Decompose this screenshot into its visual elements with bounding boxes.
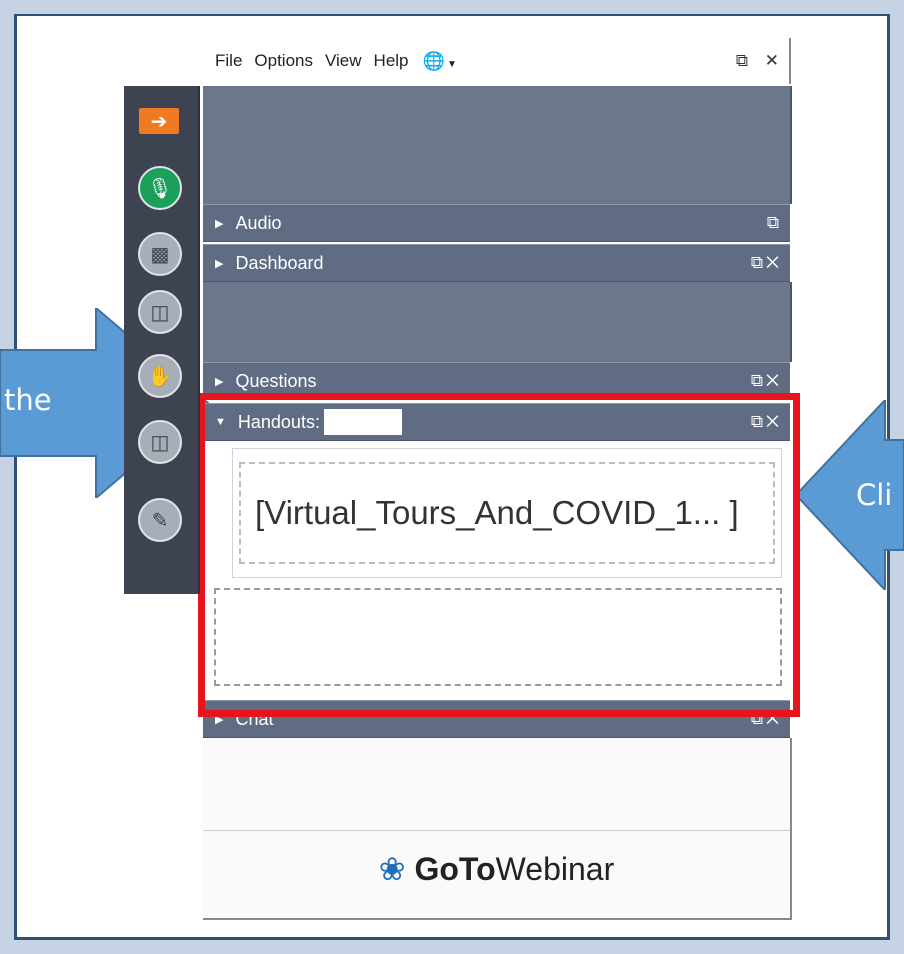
gotowebinar-flower-icon: ❀ <box>378 851 406 887</box>
popout-close-icons[interactable]: ⧉✕ <box>751 253 782 273</box>
panel-top-area <box>203 86 792 204</box>
pen-icon[interactable]: ✎ <box>138 498 182 542</box>
section-audio[interactable]: ▶ Audio ⧉ <box>203 204 790 242</box>
menu-view[interactable]: View <box>325 51 362 71</box>
control-panel-menubar: File Options View Help 🌐 ▼ ⧉ ✕ <box>203 38 791 84</box>
popout-icon[interactable]: ⧉ <box>736 51 748 70</box>
left-callout-text: the <box>4 383 52 417</box>
chevron-down-icon: ▼ <box>446 58 457 70</box>
screen-share-icon[interactable]: ◫ <box>138 290 182 334</box>
menu-file[interactable]: File <box>215 51 242 71</box>
expand-triangle-icon: ▶ <box>215 217 224 230</box>
menu-options[interactable]: Options <box>254 51 313 71</box>
expand-triangle-icon: ▶ <box>215 257 224 270</box>
globe-icon[interactable]: 🌐 ▼ <box>423 51 457 72</box>
webcam-icon[interactable]: ▩ <box>138 232 182 276</box>
highlight-frame <box>198 393 800 717</box>
close-icon[interactable]: ✕ <box>765 51 779 70</box>
viewer-icon[interactable]: ◫ <box>138 420 182 464</box>
footer-divider <box>203 830 790 831</box>
expand-triangle-icon: ▶ <box>215 375 224 388</box>
right-callout-text: Cli <box>856 478 893 512</box>
raise-hand-icon[interactable]: ✋ <box>138 354 182 398</box>
grab-tab-sidebar: ➔ 🎙 ▩ ◫ ✋ ◫ ✎ <box>124 86 200 594</box>
brand-footer: ❀ GoToWebinar <box>203 738 792 920</box>
section-audio-label: Audio <box>235 212 282 233</box>
panel-mid-area <box>203 282 792 362</box>
window-controls: ⧉ ✕ <box>724 51 779 71</box>
microphone-icon[interactable]: 🎙 <box>138 166 182 210</box>
show-panel-arrow-icon[interactable]: ➔ <box>139 108 179 134</box>
gotowebinar-logo: ❀ GoToWebinar <box>378 851 615 887</box>
popout-close-icons[interactable]: ⧉✕ <box>751 371 782 391</box>
popout-icon[interactable]: ⧉ <box>767 213 782 233</box>
section-dashboard-label: Dashboard <box>235 252 324 273</box>
menu-help[interactable]: Help <box>374 51 409 71</box>
section-questions-label: Questions <box>235 370 317 391</box>
section-dashboard[interactable]: ▶ Dashboard ⧉✕ <box>203 244 790 282</box>
